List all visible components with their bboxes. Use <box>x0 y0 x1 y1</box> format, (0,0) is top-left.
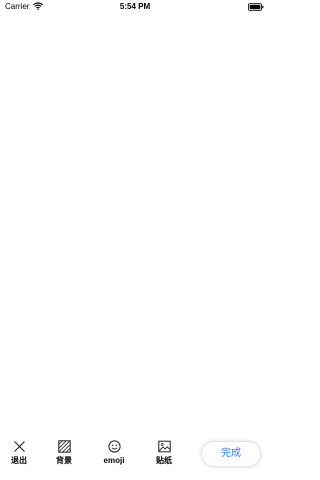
background-label: 背景 <box>56 456 72 465</box>
battery-icon <box>248 3 264 11</box>
exit-label: 退出 <box>11 456 27 465</box>
status-time: 5:54 PM <box>119 2 151 11</box>
status-bar: Carrier 5:54 PM <box>0 0 270 14</box>
background-pattern-icon <box>57 440 71 453</box>
emoji-button[interactable]: emoji <box>101 440 127 466</box>
sticker-button[interactable]: 贴纸 <box>151 440 177 466</box>
bottom-toolbar: 退出 背景 emoji 贴纸 完成 <box>0 436 270 472</box>
sticker-label: 贴纸 <box>156 456 172 465</box>
close-icon <box>13 441 25 452</box>
background-button[interactable]: 背景 <box>51 440 77 466</box>
smiley-icon <box>107 440 121 453</box>
home-indicator <box>90 473 180 476</box>
emoji-label: emoji <box>103 456 125 465</box>
canvas-area[interactable] <box>0 14 270 430</box>
done-button[interactable]: 完成 <box>202 442 260 466</box>
image-icon <box>157 440 171 453</box>
exit-button[interactable]: 退出 <box>6 440 32 466</box>
